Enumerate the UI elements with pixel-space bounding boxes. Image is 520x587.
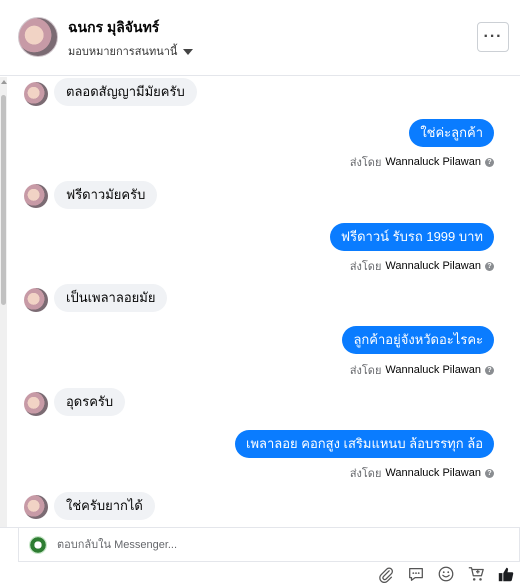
sent-by-prefix: ส่งโดย: [349, 157, 382, 169]
reply-input[interactable]: [57, 536, 497, 554]
sender-avatar: [24, 392, 48, 416]
paperclip-icon: [379, 567, 393, 583]
help-icon[interactable]: ?: [485, 261, 494, 271]
cart-button[interactable]: [466, 564, 486, 584]
incoming-message: ตลอดสัญญามีมัยครับ: [54, 78, 197, 106]
sender-avatar: [24, 288, 48, 312]
help-icon[interactable]: ?: [485, 157, 494, 167]
user-avatar[interactable]: [18, 17, 58, 57]
sender-name: Wannaluck Pilawan: [385, 260, 481, 272]
more-icon: ···: [483, 28, 503, 45]
sender-avatar: [24, 495, 48, 519]
conversation-header: ฉนกร มุลิจันทร์ มอบหมายการสนทนานี้ ···: [0, 0, 520, 76]
outgoing-message: ลูกค้าอยู่จังหวัดอะไรคะ: [342, 326, 494, 354]
cart-icon: [468, 567, 484, 581]
saved-replies-button[interactable]: [406, 564, 426, 584]
sent-by-line: ส่งโดย Wannaluck Pilawan ?: [350, 464, 494, 482]
emoji-button[interactable]: [436, 564, 456, 584]
sent-by-prefix: ส่งโดย: [349, 468, 382, 480]
assign-conversation-dropdown[interactable]: มอบหมายการสนทนานี้: [68, 42, 194, 60]
more-options-button[interactable]: ···: [477, 22, 509, 52]
message-composer: [0, 527, 520, 587]
message-thread: ตลอดสัญญามีมัยครับ ใช่ค่ะลูกค้า ส่งโดย W…: [8, 77, 520, 527]
incoming-message: ใช่ครับยากได้: [54, 492, 155, 520]
sender-avatar: [24, 82, 48, 106]
scroll-up-arrow-icon[interactable]: [1, 80, 7, 84]
incoming-message: เป็นเพลาลอยมัย: [54, 284, 168, 312]
sent-by-prefix: ส่งโดย: [349, 261, 382, 273]
emoji-icon: [438, 566, 454, 582]
sender-name: Wannaluck Pilawan: [385, 156, 481, 168]
sent-by-prefix: ส่งโดย: [349, 365, 382, 377]
sent-by-line: ส่งโดย Wannaluck Pilawan ?: [350, 153, 494, 171]
outgoing-message: ใช่ค่ะลูกค้า: [409, 119, 494, 147]
like-button[interactable]: [496, 564, 516, 584]
user-name[interactable]: ฉนกร มุลิจันทร์: [68, 17, 159, 39]
thumbs-up-icon: [498, 567, 514, 582]
assign-label: มอบหมายการสนทนานี้: [68, 46, 178, 58]
composer-toolbar: [376, 564, 516, 584]
scrollbar[interactable]: [0, 77, 7, 527]
chat-bubble-icon: [409, 567, 423, 581]
help-icon[interactable]: ?: [485, 468, 494, 478]
sent-by-line: ส่งโดย Wannaluck Pilawan ?: [350, 361, 494, 379]
composer-box: [18, 528, 520, 562]
incoming-message: ฟรีดาวมัยครับ: [54, 181, 158, 209]
outgoing-message: เพลาลอย คอกสูง เสริมแหนบ ล้อบรรทุก ล้อ: [235, 430, 494, 458]
page-avatar: [29, 536, 47, 554]
scroll-thumb[interactable]: [1, 95, 6, 305]
sent-by-line: ส่งโดย Wannaluck Pilawan ?: [350, 257, 494, 275]
incoming-message: อุดรครับ: [54, 388, 126, 416]
sender-name: Wannaluck Pilawan: [385, 364, 481, 376]
caret-down-icon: [183, 48, 194, 55]
sender-avatar: [24, 184, 48, 208]
outgoing-message: ฟรีดาวน์ รับรถ 1999 บาท: [329, 223, 494, 251]
attach-button[interactable]: [376, 564, 396, 584]
sender-name: Wannaluck Pilawan: [385, 467, 481, 479]
help-icon[interactable]: ?: [485, 365, 494, 375]
